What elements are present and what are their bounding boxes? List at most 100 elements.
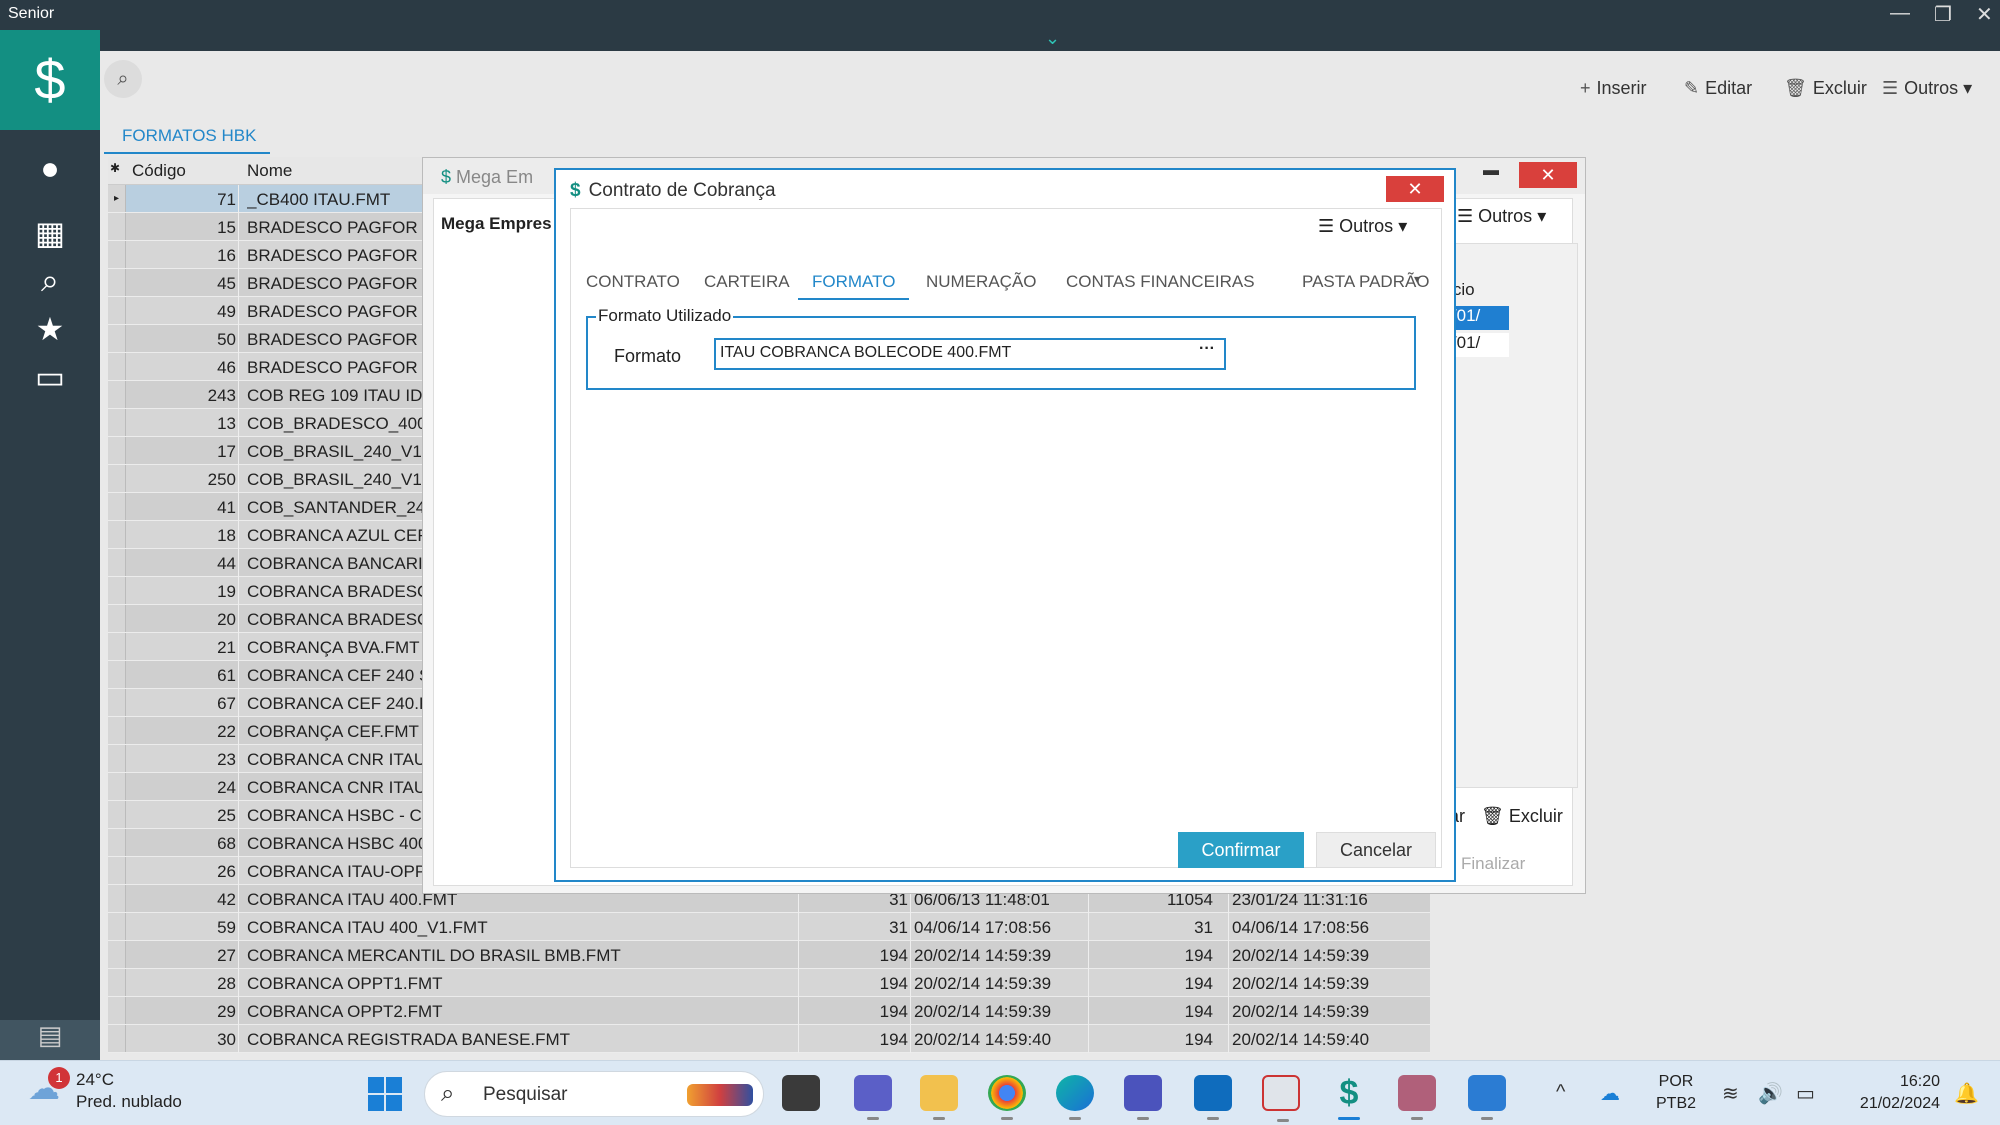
cell-code: 13	[217, 414, 236, 433]
bg-delete-button[interactable]: 🗑 Excluir	[1481, 806, 1563, 827]
row-indicator	[108, 241, 126, 268]
table-row[interactable]: 30 COBRANCA REGISTRADA BANESE.FMT 194 20/02…	[108, 1025, 1430, 1053]
row-indicator	[108, 941, 126, 968]
minimize-button[interactable]: —	[1890, 2, 1910, 25]
toolbar-search-button[interactable]: ⌕	[104, 60, 142, 98]
row-indicator	[108, 605, 126, 632]
bg-dialog-close-button[interactable]: ✕	[1519, 162, 1577, 188]
maximize-icon[interactable]: ▬	[1483, 162, 1499, 180]
task-view-icon[interactable]	[782, 1075, 820, 1111]
cell-name: COBRANCA MERCANTIL DO BRASIL BMB.FMT	[247, 946, 621, 965]
cell-code: 23	[217, 750, 236, 769]
tab-formatos-hbk[interactable]: FORMATOS HBK	[104, 126, 270, 154]
row-indicator	[108, 213, 126, 240]
language-indicator[interactable]: POR PTB2	[1656, 1071, 1696, 1115]
cancel-button[interactable]: Cancelar	[1316, 832, 1436, 868]
search-icon[interactable]: ⌕	[0, 262, 100, 300]
finish-button[interactable]: Finalizar	[1461, 854, 1525, 874]
tab-contrato[interactable]: CONTRATO	[586, 272, 680, 292]
teams-new-icon[interactable]	[1124, 1075, 1162, 1120]
senior-logo-icon[interactable]: $	[0, 30, 100, 130]
delete-button[interactable]: 🗑 Excluir	[1784, 78, 1867, 99]
row-indicator	[108, 437, 126, 464]
table-row[interactable]: 27 COBRANCA MERCANTIL DO BRASIL BMB.FMT 19…	[108, 941, 1430, 969]
search-highlight-image	[687, 1084, 753, 1106]
column-separator	[238, 605, 239, 633]
format-input[interactable]: ITAU COBRANCA BOLECODE 400.FMT	[714, 338, 1226, 370]
cell-code: 26	[217, 862, 236, 881]
row-indicator	[108, 353, 126, 380]
dialog-others-menu-button[interactable]: ☰ Outros ▾	[1318, 216, 1407, 237]
volume-icon[interactable]: 🔊	[1758, 1081, 1783, 1106]
bg-others-menu-button[interactable]: ☰ Outros ▾	[1457, 206, 1546, 227]
edge-icon[interactable]	[1056, 1075, 1094, 1120]
tab-contas-financeiras[interactable]: CONTAS FINANCEIRAS	[1066, 272, 1255, 292]
column-separator	[238, 773, 239, 801]
restore-button[interactable]: ❐	[1934, 2, 1952, 27]
cell-col3: 194	[879, 946, 908, 965]
calendar-icon[interactable]: ▤	[0, 1020, 100, 1060]
column-separator	[238, 549, 239, 577]
cell-col4: 20/02/14 14:59:40	[914, 1030, 1052, 1049]
battery-icon[interactable]: ▭	[1796, 1081, 1815, 1106]
snipping-tool-icon[interactable]	[1262, 1075, 1300, 1122]
file-explorer-icon[interactable]	[920, 1075, 958, 1120]
teams-icon[interactable]	[854, 1075, 892, 1120]
insert-button[interactable]: + Inserir	[1580, 78, 1647, 99]
column-separator	[238, 213, 239, 241]
tab-formato[interactable]: FORMATO	[798, 272, 910, 300]
others-menu-button[interactable]: ☰ Outros ▾	[1882, 78, 1972, 99]
ellipsis-button[interactable]: ···	[1192, 340, 1222, 366]
column-separator	[238, 493, 239, 521]
onedrive-icon[interactable]: ☁	[1600, 1081, 1620, 1106]
cell-code: 68	[217, 834, 236, 853]
notifications-bell-icon[interactable]: 🔔	[1954, 1081, 1979, 1106]
fieldset-legend: Formato Utilizado	[596, 306, 734, 326]
column-separator	[238, 633, 239, 661]
apps-grid-icon[interactable]: ▦	[0, 214, 100, 252]
row-indicator	[108, 521, 126, 548]
column-separator	[238, 829, 239, 857]
confirm-button[interactable]: Confirmar	[1178, 832, 1304, 868]
column-header-code[interactable]: Código	[132, 161, 186, 181]
taskbar-search[interactable]: ⌕ Pesquisar	[424, 1071, 764, 1117]
table-row[interactable]: 29 COBRANCA OPPT2.FMT 194 20/02/14 14:59:39…	[108, 997, 1430, 1025]
dialog-close-button[interactable]: ✕	[1386, 176, 1444, 202]
tab-numeracao[interactable]: NUMERAÇÃO	[926, 272, 1037, 292]
window-titlebar: Senior — ❐ ✕	[0, 0, 2000, 30]
senior-app-icon[interactable]: $	[1330, 1075, 1368, 1120]
cell-code: 15	[217, 218, 236, 237]
column-separator	[238, 465, 239, 493]
table-row[interactable]: 59 COBRANCA ITAU 400_V1.FMT 31 04/06/14 17:…	[108, 913, 1430, 941]
column-header-name[interactable]: Nome	[247, 161, 292, 181]
chrome-icon[interactable]	[988, 1075, 1026, 1120]
user-icon[interactable]: ●	[0, 150, 100, 187]
tabs-overflow-icon[interactable]: ▾	[1414, 272, 1420, 286]
outlook-icon[interactable]	[1194, 1075, 1232, 1120]
windows-start-icon[interactable]	[368, 1077, 402, 1111]
weather-widget[interactable]: ☁ 1 24°C Pred. nublado	[28, 1067, 182, 1113]
table-row[interactable]: 28 COBRANCA OPPT1.FMT 194 20/02/14 14:59:39…	[108, 969, 1430, 997]
briefcase-icon[interactable]: ▭	[0, 358, 100, 396]
column-separator	[1088, 913, 1089, 941]
row-indicator	[108, 381, 126, 408]
row-indicator	[108, 969, 126, 996]
system-clock[interactable]: 16:20 21/02/2024	[1840, 1071, 1940, 1115]
dialog-title: $ Contrato de Cobrança	[570, 180, 776, 201]
row-indicator	[108, 577, 126, 604]
chevron-down-icon[interactable]: ⌄	[1045, 28, 1060, 49]
notepad-icon[interactable]	[1468, 1075, 1506, 1120]
format-fieldset: Formato Utilizado Formato ITAU COBRANCA …	[586, 306, 1416, 390]
column-separator	[910, 913, 911, 941]
taskbar-search-placeholder: Pesquisar	[483, 1084, 568, 1105]
database-icon[interactable]	[1398, 1075, 1436, 1120]
close-window-button[interactable]: ✕	[1976, 2, 1993, 27]
tray-chevron-up-icon[interactable]: ^	[1556, 1081, 1565, 1104]
tab-pasta-padrao[interactable]: PASTA PADRÃO	[1302, 272, 1430, 292]
taskbar: ☁ 1 24°C Pred. nublado ⌕ Pesquisar $ ^ ☁…	[0, 1060, 2000, 1125]
plus-icon: +	[1580, 78, 1591, 98]
star-icon[interactable]: ★	[0, 310, 100, 348]
tab-carteira[interactable]: CARTEIRA	[704, 272, 790, 292]
edit-button[interactable]: ✎ Editar	[1684, 78, 1752, 99]
wifi-icon[interactable]: ≋	[1722, 1081, 1739, 1106]
